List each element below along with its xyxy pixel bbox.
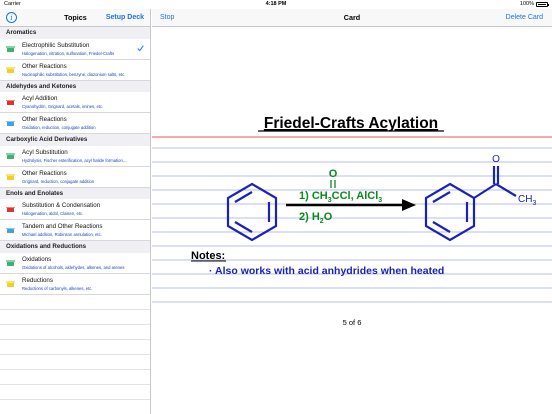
topic-title: Other Reactions [22, 169, 67, 177]
topic-subtitle: Oxidations of alcohols, aldehydes, alken… [22, 264, 125, 270]
reagent-oxygen: O [329, 168, 338, 180]
reagent-step-2: 2) H2O [299, 211, 333, 225]
deck-tag-icon [6, 206, 15, 212]
topic-row[interactable]: Reductions Reductions of carbonyls, alken… [0, 273, 150, 295]
reactant-benzene-structure [226, 182, 278, 242]
status-bar: Carrier 4:18 PM 100% [0, 0, 552, 9]
deck-tag-icon [6, 260, 15, 266]
topic-list: Aromatics Electrophilic Substitution Halog… [0, 27, 150, 414]
topic-title: Oxidations [22, 255, 52, 263]
topic-title: Substitution & Condensation [22, 202, 101, 209]
checkmark-icon [137, 44, 144, 51]
topic-row[interactable]: Tandem and Other Reactions Michael additi… [0, 220, 150, 241]
deck-tag-icon [6, 227, 15, 233]
topic-subtitle: Hydrolysis, Fischer esterification, acyl… [22, 157, 128, 163]
reagents: O 1) CH3CCl, AlCl3 2) H2O [299, 168, 382, 225]
section-header: Aromatics [0, 27, 150, 39]
topic-subtitle: Halogenation, nitration, sulfonation, Fr… [22, 50, 115, 56]
delete-card-button[interactable]: Delete Card [506, 9, 543, 27]
card-title: Card [343, 13, 361, 22]
topic-title: Other Reactions [22, 116, 67, 123]
deck-tag-icon [6, 281, 15, 287]
product-acetophenone-structure [424, 166, 517, 242]
empty-row [0, 340, 150, 355]
topic-subtitle: Oxidation, reduction, conjugate addition [22, 125, 96, 130]
empty-row [0, 310, 150, 325]
deck-tag-icon [6, 120, 15, 126]
topic-subtitle: Cyanohydrin, Grignard, acetals, imines, … [22, 104, 104, 109]
reagent-step-1: 1) CH3CCl, AlCl3 [299, 190, 382, 204]
card-canvas: Friedel-Crafts Acylation O 1) CH3CCl, Al… [152, 115, 552, 303]
section-header: Carboxylic Acid Derivatives [0, 134, 150, 146]
topics-nav-bar: i Topics Setup Deck [0, 9, 150, 27]
topic-title: Tandem and Other Reactions [22, 223, 103, 230]
topic-subtitle: Nucleophilic substitution, benzyne, diaz… [22, 71, 126, 77]
note-item: · Also works with acid anhydrides when h… [209, 265, 444, 277]
deck-tag-icon [6, 99, 15, 105]
card-panel: Stop Card Delete Card Friedel-Crafts Acy… [152, 9, 552, 414]
topic-title: Acyl Addition [22, 95, 58, 102]
topic-subtitle: Michael addition, Robinson annulation, e… [22, 232, 102, 237]
card-counter: 5 of 6 [342, 318, 362, 327]
topic-row[interactable]: Electrophilic Substitution Halogenation, … [0, 38, 150, 60]
topic-title: Other Reactions [22, 62, 67, 70]
product-oxygen: O [492, 154, 500, 165]
deck-tag-icon [6, 153, 15, 159]
battery-percent: 100% [519, 1, 534, 7]
empty-row [0, 400, 150, 414]
deck-tag-icon [6, 67, 15, 73]
card-heading: Friedel-Crafts Acylation [264, 115, 438, 132]
topic-subtitle: Halogenation, aldol, Claisen, etc. [22, 211, 84, 216]
deck-tag-icon [6, 46, 15, 52]
topic-row[interactable]: Other Reactions Oxidation, reduction, con… [0, 113, 150, 134]
notes-label: Notes: [191, 250, 225, 262]
topic-title: Reductions [22, 276, 53, 284]
empty-row [0, 370, 150, 385]
empty-row [0, 295, 150, 310]
section-header: Aldehydes and Ketones [0, 80, 150, 92]
empty-row [0, 355, 150, 370]
topic-subtitle: Grignard, reduction, conjugate addition [22, 178, 95, 184]
topic-subtitle: Reductions of carbonyls, alkenes, etc. [22, 285, 93, 291]
product-methyl: CH3 [518, 194, 536, 207]
topic-row[interactable]: Acyl Substitution Hydrolysis, Fischer est… [0, 145, 150, 167]
section-header: Enols and Enolates [0, 187, 150, 199]
card-nav-bar: Stop Card Delete Card [152, 9, 552, 27]
topic-row[interactable]: Substitution & Condensation Halogenation,… [0, 199, 150, 220]
empty-row [0, 325, 150, 340]
deck-tag-icon [6, 174, 15, 180]
flash-card[interactable]: Friedel-Crafts Acylation O 1) CH3CCl, Al… [152, 104, 552, 327]
topic-row[interactable]: Acyl Addition Cyanohydrin, Grignard, acet… [0, 92, 150, 113]
topics-panel: i Topics Setup Deck Aromatics Electrophil… [0, 9, 151, 414]
topic-row[interactable]: Other Reactions Nucleophilic substitution… [0, 59, 150, 81]
topic-row[interactable]: Other Reactions Grignard, reduction, conj… [0, 166, 150, 188]
topic-title: Electrophilic Substitution [22, 41, 90, 49]
status-time: 4:18 PM [265, 1, 287, 7]
battery-icon [536, 2, 549, 7]
empty-row [0, 385, 150, 400]
setup-deck-button[interactable]: Setup Deck [106, 9, 144, 27]
topic-row[interactable]: Oxidations Oxidations of alcohols, aldehy… [0, 252, 150, 274]
topic-title: Acyl Substitution [22, 148, 68, 156]
section-header: Oxidations and Reductions [0, 241, 150, 253]
